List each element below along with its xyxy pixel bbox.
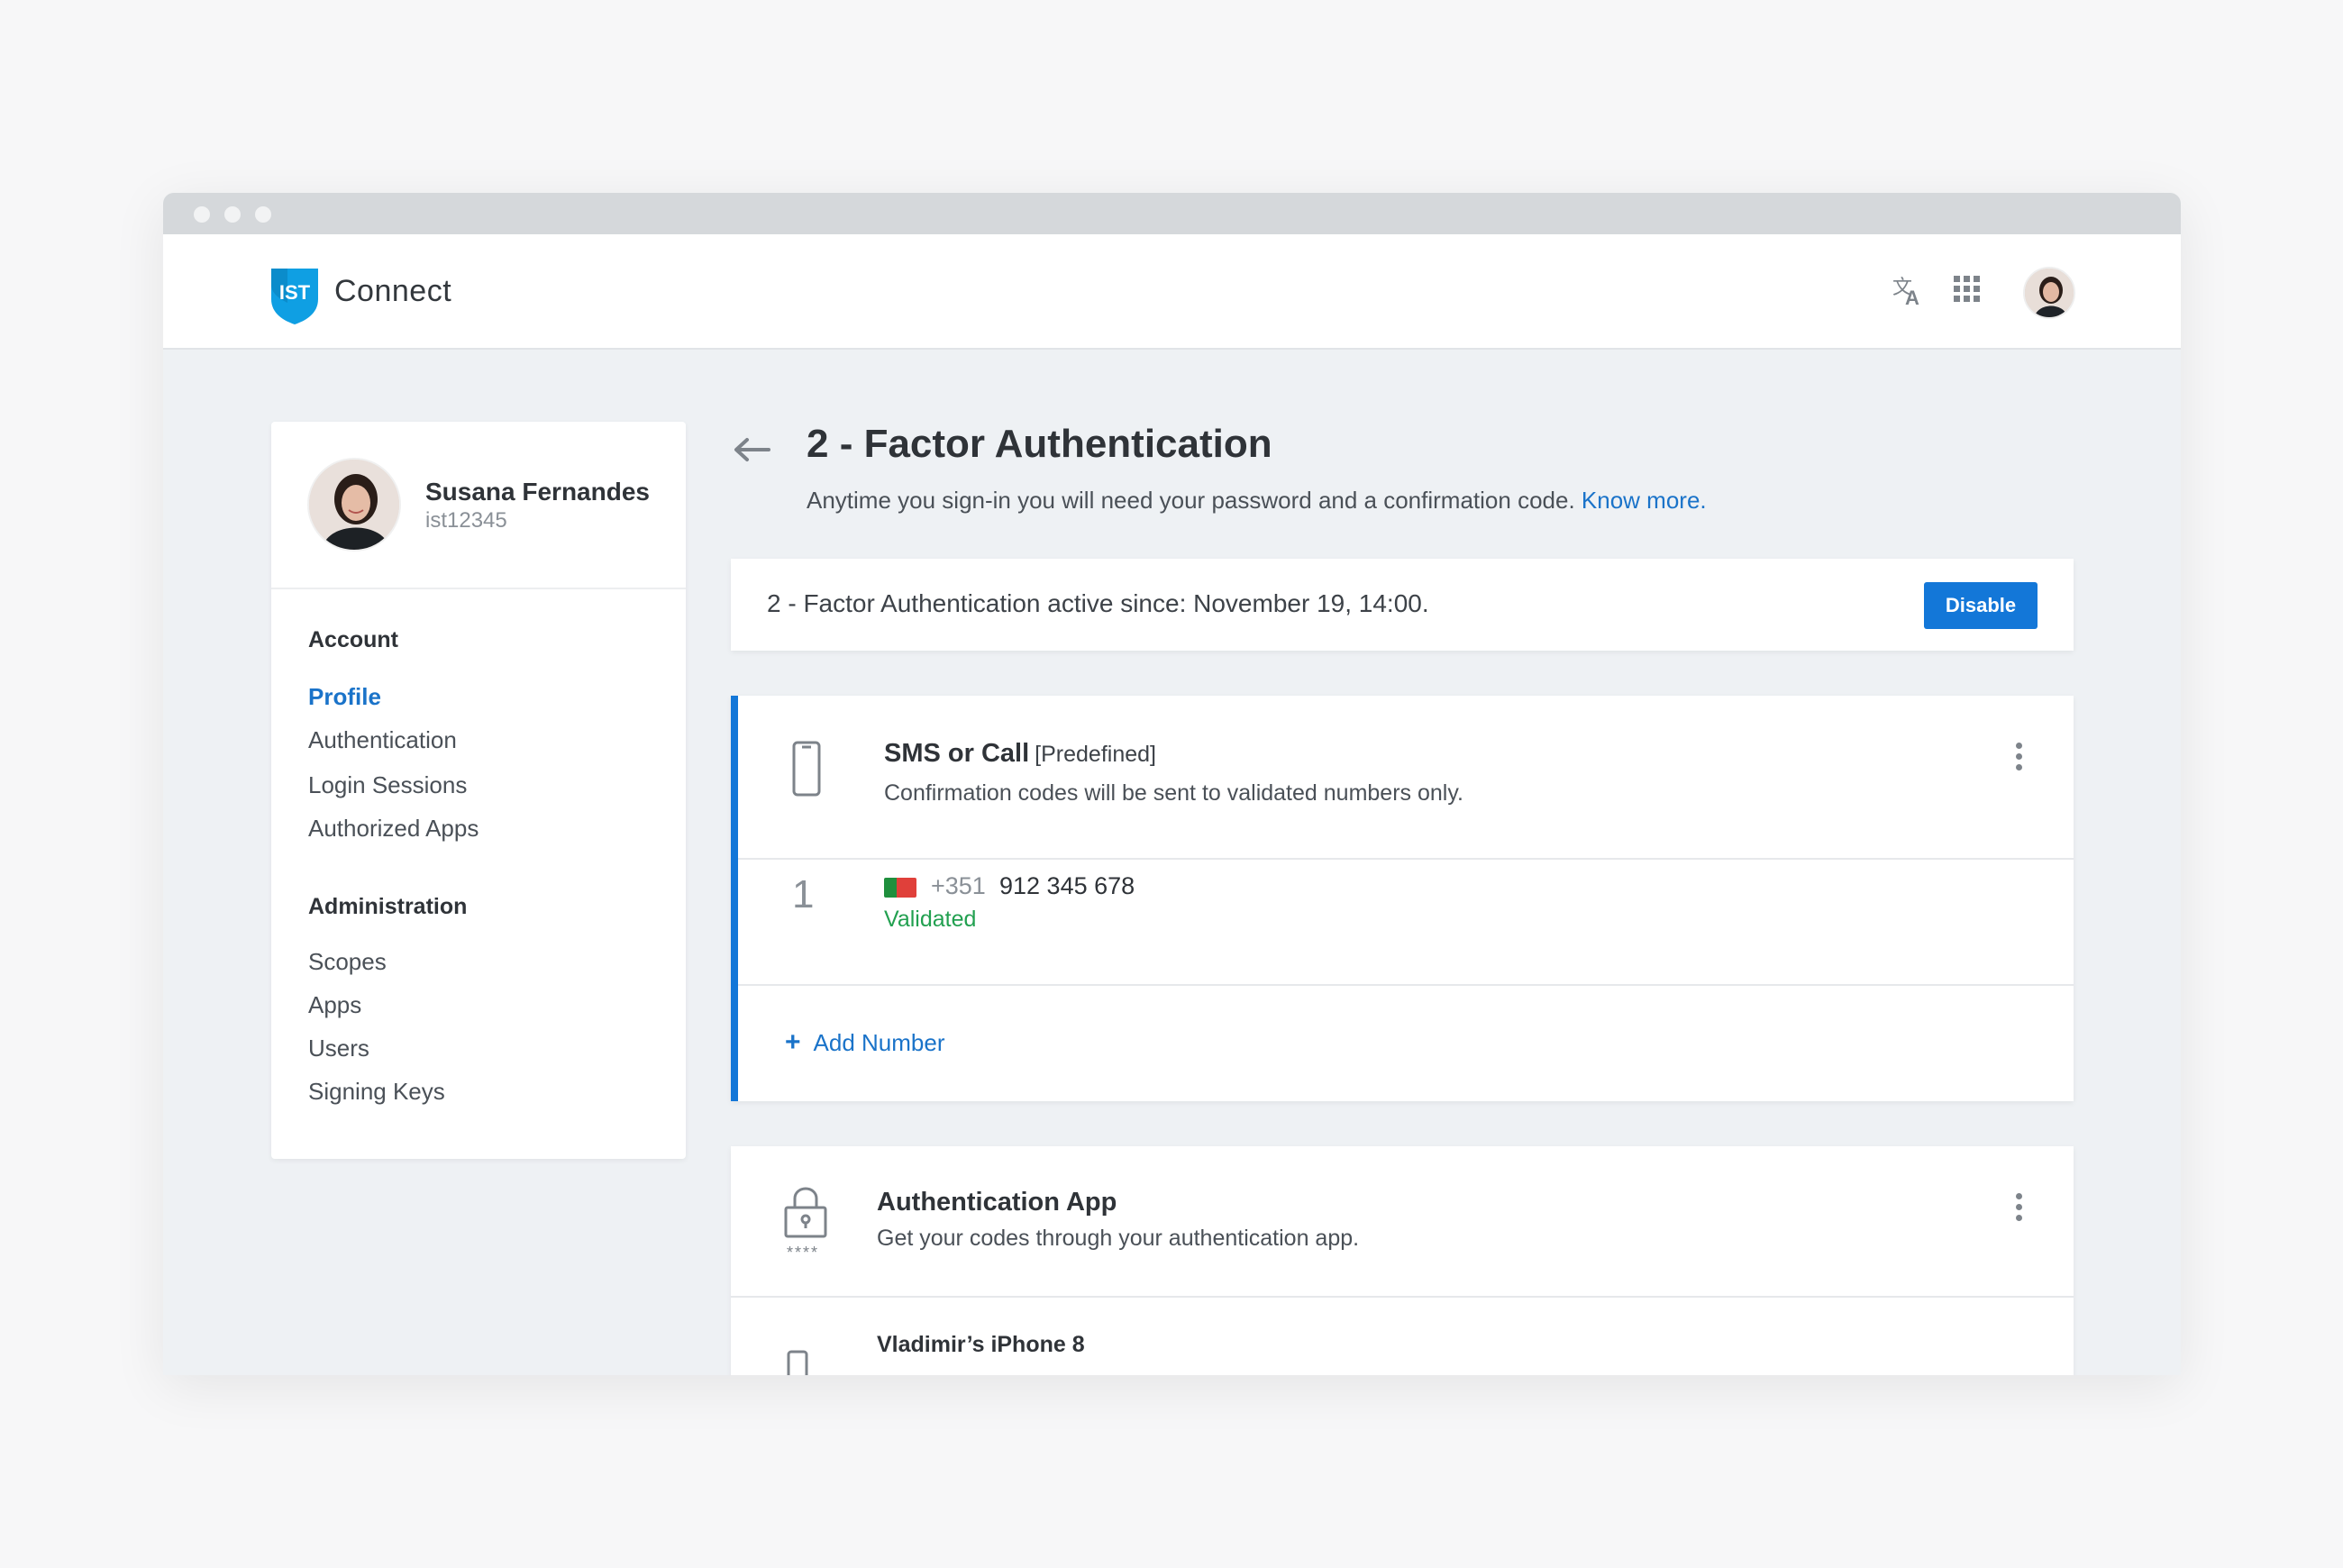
predefined-tag: [Predefined] [1035,742,1156,767]
sms-more-menu-icon[interactable] [2016,743,2023,775]
window-dot-close[interactable] [194,206,210,223]
sms-title: SMS or Call [Predefined] [884,739,1156,769]
page-subtitle: Anytime you sign-in you will need your p… [807,487,1707,515]
divider [738,858,2074,860]
sidebar-item-profile[interactable]: Profile [308,683,381,711]
sidebar-item-authentication[interactable]: Authentication [308,726,457,754]
window-titlebar [163,193,2181,234]
portugal-flag-icon [884,878,916,898]
user-id: ist12345 [425,508,507,533]
auth-app-more-menu-icon[interactable] [2016,1193,2023,1226]
sms-method-card: SMS or Call [Predefined] Confirmation cod… [731,696,2074,1101]
page-subtitle-text: Anytime you sign-in you will need your p… [807,487,1575,514]
window-dot-minimize[interactable] [224,206,241,223]
user-name: Susana Fernandes [425,478,650,506]
sms-description: Confirmation codes will be sent to valid… [884,780,1463,806]
divider [738,984,2074,986]
window-dot-maximize[interactable] [255,206,271,223]
country-code: +351 [931,872,986,899]
svg-text:A: A [1905,287,1919,308]
sidebar-user-card: Susana Fernandes ist12345 [271,422,686,589]
phone-icon [792,741,821,797]
sidebar: Susana Fernandes ist12345 Account Profil… [271,422,686,1159]
sidebar-item-login-sessions[interactable]: Login Sessions [308,771,467,799]
device-name[interactable]: Vladimir’s iPhone 8 [877,1332,1085,1358]
apps-grid-icon[interactable] [1952,274,1983,305]
sidebar-section-account: Account [308,627,398,652]
auth-app-card: **** Authentication App Get your codes t… [731,1146,2074,1375]
know-more-link[interactable]: Know more. [1582,487,1707,514]
profile-avatar[interactable] [307,458,401,552]
page-title: 2 - Factor Authentication [807,422,1272,466]
sidebar-item-users[interactable]: Users [308,1035,369,1062]
translate-icon[interactable]: 文 A [1891,274,1925,308]
sidebar-section-administration: Administration [308,894,468,919]
browser-window: IST Connect 文 A Susana Fernandes ist1234… [163,193,2181,1375]
auth-app-description: Get your codes through your authenticati… [877,1226,1360,1251]
sidebar-item-apps[interactable]: Apps [308,991,361,1019]
plus-icon: + [785,1027,801,1057]
app-name[interactable]: Connect [334,274,451,309]
sidebar-item-signing-keys[interactable]: Signing Keys [308,1078,445,1106]
sms-title-text: SMS or Call [884,739,1030,768]
sidebar-item-scopes[interactable]: Scopes [308,948,387,976]
add-number-label: Add Number [813,1029,945,1056]
disable-button[interactable]: Disable [1924,582,2038,629]
ist-logo-icon[interactable]: IST [269,267,320,326]
lock-icon [784,1187,827,1238]
auth-app-title: Authentication App [877,1188,1117,1217]
sidebar-item-authorized-apps[interactable]: Authorized Apps [308,815,479,843]
svg-text:IST: IST [279,281,311,304]
top-navbar: IST Connect 文 A [163,234,2181,350]
back-arrow-icon[interactable] [733,436,770,463]
add-number-button[interactable]: + Add Number [785,1027,945,1058]
user-avatar[interactable] [2023,267,2075,319]
number-index: 1 [792,872,815,916]
status-text: 2 - Factor Authentication active since: … [767,589,1429,617]
validated-status: Validated [884,907,977,932]
device-phone-icon [787,1350,808,1375]
phone-number: 912 345 678 [999,872,1135,899]
code-stars: **** [787,1244,820,1262]
status-card: 2 - Factor Authentication active since: … [731,559,2074,651]
divider [731,1296,2074,1298]
